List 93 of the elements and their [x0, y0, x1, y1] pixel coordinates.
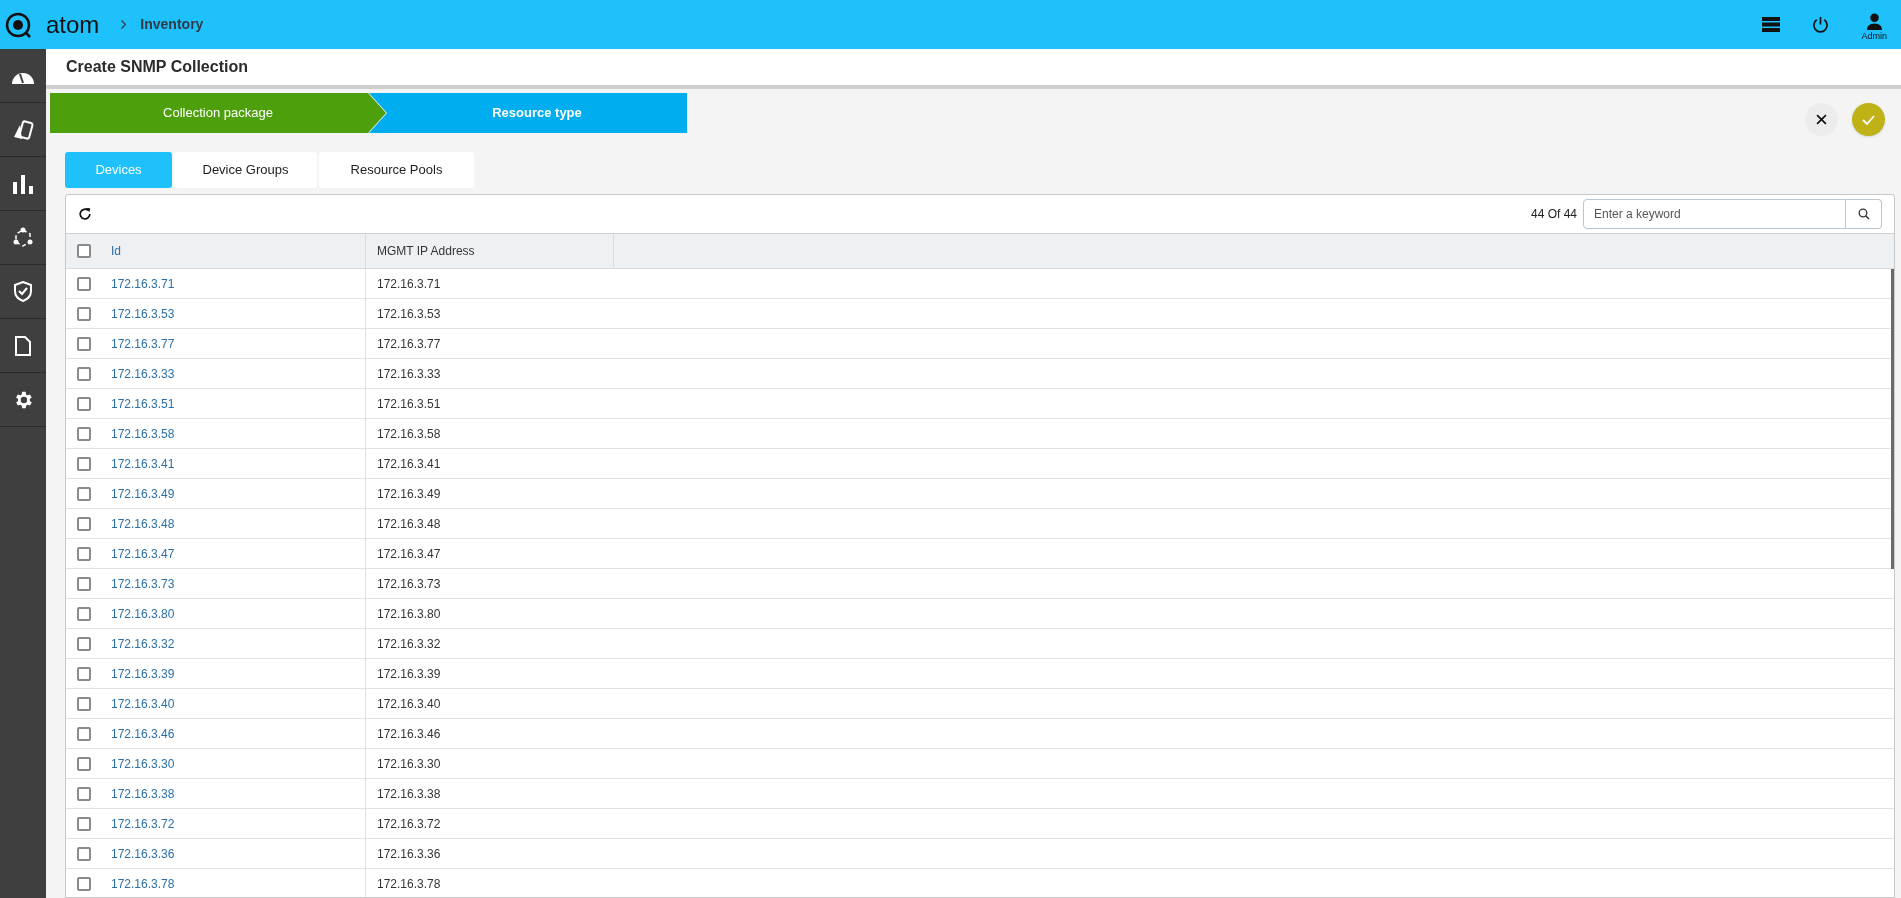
close-icon: [1816, 114, 1827, 125]
table-cell-text: 172.16.3.39: [376, 665, 442, 683]
table-cell-text: 172.16.3.72: [376, 815, 442, 833]
search-field[interactable]: Enter a keyword: [1583, 199, 1846, 229]
logo-text: atom: [46, 12, 100, 37]
device-id-link[interactable]: 172.16.3.30: [111, 754, 175, 773]
table-cell-text: 172.16.3.38: [376, 785, 442, 803]
column-header[interactable]: Id: [111, 242, 121, 260]
checkbox[interactable]: [77, 816, 91, 831]
checkbox[interactable]: [77, 606, 91, 621]
device-id-link[interactable]: 172.16.3.71: [111, 274, 175, 293]
checkbox[interactable]: [77, 486, 91, 501]
document-icon[interactable]: [15, 335, 31, 356]
device-id-link[interactable]: 172.16.3.33: [111, 364, 175, 383]
device-id-link[interactable]: 172.16.3.58: [111, 424, 175, 443]
checkbox[interactable]: [77, 666, 91, 681]
device-id-link[interactable]: 172.16.3.77: [111, 334, 175, 353]
table-cell-text: 172.16.3.41: [376, 455, 442, 473]
checkbox[interactable]: [77, 756, 91, 771]
table-cell-text: 172.16.3.40: [376, 695, 442, 713]
device-id-link[interactable]: 172.16.3.39: [111, 664, 175, 683]
checkbox[interactable]: [77, 876, 91, 891]
device-id-link[interactable]: 172.16.3.36: [111, 844, 175, 863]
close-button[interactable]: [1805, 103, 1838, 136]
check-icon: [1862, 114, 1875, 125]
device-id-link[interactable]: 172.16.3.48: [111, 514, 175, 533]
search-button[interactable]: [1846, 199, 1882, 229]
device-id-link[interactable]: 172.16.3.49: [111, 484, 175, 503]
tab[interactable]: Resource Pools: [319, 152, 474, 188]
checkbox[interactable]: [77, 306, 91, 321]
checkbox[interactable]: [77, 396, 91, 411]
record-count: 44 Of 44: [1530, 206, 1577, 223]
device-id-link[interactable]: 172.16.3.80: [111, 604, 175, 623]
checkbox[interactable]: [77, 244, 91, 258]
checkbox[interactable]: [77, 426, 91, 441]
search-icon: [1857, 208, 1870, 220]
checkbox[interactable]: [77, 366, 91, 381]
breadcrumb-link[interactable]: Inventory: [140, 14, 204, 35]
table-cell-text: 172.16.3.73: [376, 575, 442, 593]
server-list-icon[interactable]: [1762, 17, 1781, 32]
device-id-link[interactable]: 172.16.3.40: [111, 694, 175, 713]
column-header[interactable]: MGMT IP Address: [366, 234, 614, 268]
checkbox[interactable]: [77, 336, 91, 351]
page-title: Create SNMP Collection: [66, 57, 248, 77]
table-cell-text: 172.16.3.77: [376, 335, 442, 353]
tab[interactable]: Device Groups: [174, 152, 317, 188]
table-cell-text: 172.16.3.53: [376, 305, 442, 323]
table-cell-text: 172.16.3.47: [376, 545, 442, 563]
checkbox[interactable]: [77, 276, 91, 291]
table-cell-text: 172.16.3.32: [376, 635, 442, 653]
user-menu-button[interactable]: Admin: [1861, 5, 1887, 44]
table-cell-text: 172.16.3.71: [376, 275, 442, 293]
table-cell-text: 172.16.3.78: [376, 875, 442, 893]
checkbox[interactable]: [77, 636, 91, 651]
table-cell-text: 172.16.3.80: [376, 605, 442, 623]
table-cell-text: 172.16.3.51: [376, 395, 442, 413]
device-id-link[interactable]: 172.16.3.72: [111, 814, 175, 833]
table-cell-text: 172.16.3.48: [376, 515, 442, 533]
device-id-link[interactable]: 172.16.3.38: [111, 784, 175, 803]
checkbox[interactable]: [77, 786, 91, 801]
checkbox[interactable]: [77, 696, 91, 711]
chevron-icon: [121, 20, 127, 29]
wizard-step[interactable]: Collection package: [50, 93, 386, 133]
cards-icon[interactable]: [12, 118, 34, 141]
table-cell-text: 172.16.3.30: [376, 755, 442, 773]
table-cell-text: 172.16.3.46: [376, 725, 442, 743]
scrollbar-thumb[interactable]: [1891, 269, 1894, 569]
device-id-link[interactable]: 172.16.3.51: [111, 394, 175, 413]
refresh-icon[interactable]: [78, 207, 92, 221]
checkbox[interactable]: [77, 726, 91, 741]
shield-check-icon[interactable]: [14, 281, 32, 302]
device-id-link[interactable]: 172.16.3.78: [111, 874, 175, 893]
device-id-link[interactable]: 172.16.3.41: [111, 454, 175, 473]
user-icon: [1865, 13, 1883, 31]
checkbox[interactable]: [77, 846, 91, 861]
checkbox[interactable]: [77, 546, 91, 561]
bar-chart-icon[interactable]: [12, 173, 34, 194]
device-id-link[interactable]: 172.16.3.32: [111, 634, 175, 653]
power-icon[interactable]: [1812, 16, 1830, 33]
confirm-button[interactable]: [1852, 103, 1885, 136]
device-id-link[interactable]: 172.16.3.53: [111, 304, 175, 323]
checkbox[interactable]: [77, 576, 91, 591]
logo-icon: [4, 10, 32, 39]
table-cell-text: 172.16.3.58: [376, 425, 442, 443]
checkbox[interactable]: [77, 516, 91, 531]
network-icon[interactable]: [12, 226, 34, 249]
device-id-link[interactable]: 172.16.3.46: [111, 724, 175, 743]
table-cell-text: 172.16.3.49: [376, 485, 442, 503]
device-id-link[interactable]: 172.16.3.47: [111, 544, 175, 563]
table-cell-text: 172.16.3.36: [376, 845, 442, 863]
checkbox[interactable]: [77, 456, 91, 471]
table-cell-text: 172.16.3.33: [376, 365, 442, 383]
device-id-link[interactable]: 172.16.3.73: [111, 574, 175, 593]
